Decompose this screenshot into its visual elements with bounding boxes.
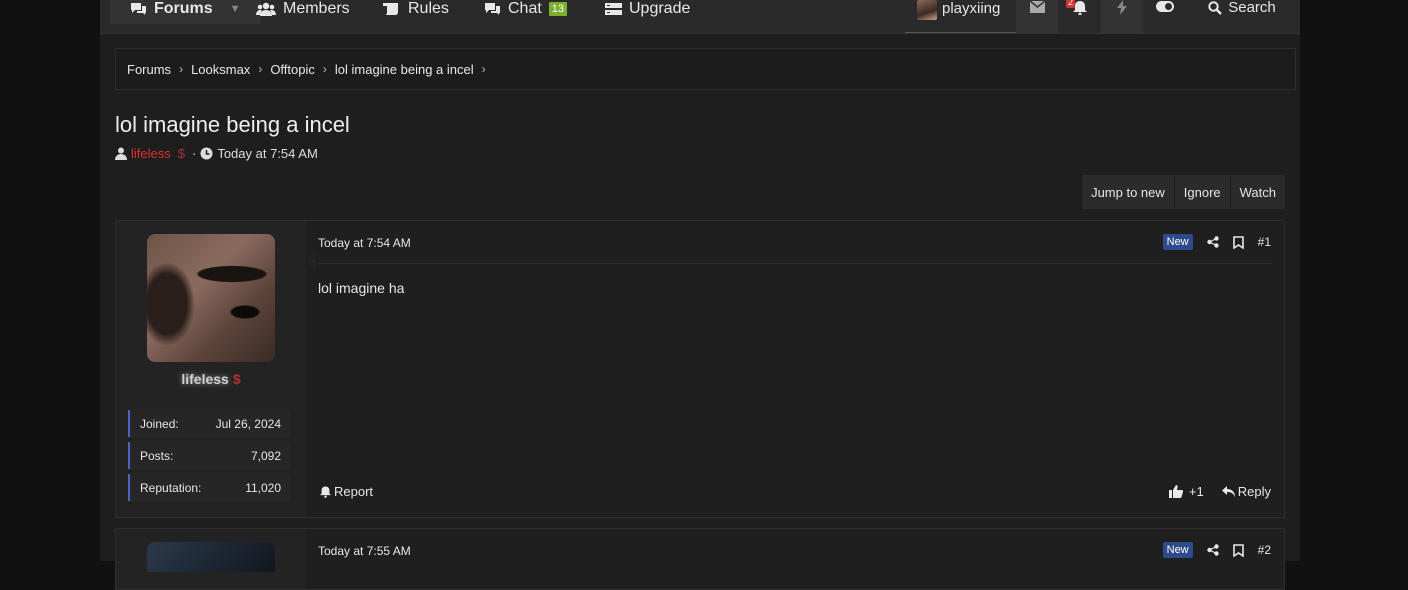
chevron-right-icon: › [258, 62, 263, 76]
thread-meta: lifeless $ · Today at 7:54 AM [115, 146, 318, 161]
author-badge: $ [177, 146, 185, 161]
stat-value: 11,020 [245, 480, 281, 495]
breadcrumb-looksmax[interactable]: Looksmax [191, 62, 250, 77]
whats-new-button[interactable] [1101, 0, 1143, 33]
nav-upgrade-label: Upgrade [629, 0, 691, 17]
bolt-icon [1117, 0, 1127, 15]
avatar[interactable] [147, 234, 275, 362]
nav-upgrade[interactable]: Upgrade [605, 0, 690, 24]
account-button[interactable]: playxiing [905, 0, 1016, 33]
post-number[interactable]: #2 [1258, 543, 1271, 557]
avatar[interactable] [147, 542, 275, 572]
new-badge: New [1162, 542, 1193, 558]
alerts-button[interactable]: 2 [1058, 0, 1101, 33]
post-2: Today at 7:55 AM New #2 [115, 528, 1285, 590]
reply-button[interactable]: Reply [1221, 484, 1271, 499]
watch-button[interactable]: Watch [1229, 175, 1285, 209]
page-title: lol imagine being a incel [115, 112, 350, 137]
post-user-panel [116, 529, 306, 589]
nav-members-label: Members [283, 0, 350, 17]
report-button[interactable]: Report [320, 484, 373, 499]
share-icon[interactable] [1206, 544, 1219, 556]
jump-to-new-button[interactable]: Jump to new [1081, 175, 1174, 209]
user-panel-arrow [306, 251, 316, 271]
post-user-panel: lifeless $ Joined: Jul 26, 2024 Posts: 7,… [116, 221, 306, 517]
search-button[interactable]: Search [1187, 0, 1297, 33]
top-nav: Forums ▼ Members Rules Chat 13 Upgrade p… [100, 0, 1300, 34]
stat-joined: Joined: Jul 26, 2024 [128, 410, 291, 437]
post-body: lol imagine ha [318, 280, 405, 296]
reply-icon [1221, 486, 1235, 497]
chat-icon [484, 2, 501, 16]
thread-time[interactable]: Today at 7:54 AM [217, 146, 317, 161]
post-username[interactable]: lifeless $ [116, 371, 306, 387]
server-icon [605, 2, 622, 16]
breadcrumb-offtopic[interactable]: Offtopic [270, 62, 315, 77]
nav-rules-label: Rules [408, 0, 449, 17]
post-time[interactable]: Today at 7:55 AM [318, 544, 411, 558]
chevron-right-icon: › [481, 62, 486, 76]
nav-forums[interactable]: Forums ▼ [110, 0, 261, 24]
post-tools: New #2 [1162, 542, 1271, 558]
stat-value: Jul 26, 2024 [215, 416, 281, 431]
page-container: Forums ▼ Members Rules Chat 13 Upgrade p… [100, 0, 1300, 590]
inbox-button[interactable] [1016, 0, 1058, 33]
scroll-icon [383, 2, 401, 16]
nav-chat[interactable]: Chat 13 [484, 0, 568, 24]
style-toggle[interactable] [1143, 0, 1187, 33]
post-number[interactable]: #1 [1258, 235, 1271, 249]
post-message: Today at 7:55 AM New #2 [318, 529, 1284, 589]
nav-members[interactable]: Members [256, 0, 350, 24]
avatar [917, 0, 937, 20]
nav-user-area: playxiing 2 Search [905, 0, 1297, 33]
chevron-right-icon: › [179, 62, 184, 76]
stat-reputation: Reputation: 11,020 [128, 474, 291, 501]
stat-label: Joined: [140, 416, 179, 431]
bookmark-icon[interactable] [1232, 235, 1244, 249]
stat-posts: Posts: 7,092 [128, 442, 291, 469]
nav-forums-label: Forums [154, 0, 213, 17]
bookmark-icon[interactable] [1232, 543, 1244, 557]
chat-count-badge: 13 [548, 2, 568, 16]
breadcrumb: Forums › Looksmax › Offtopic › lol imagi… [115, 48, 1296, 90]
report-label: Report [334, 484, 374, 499]
clock-icon [200, 147, 213, 160]
chevron-down-icon[interactable]: ▼ [230, 3, 241, 15]
reply-label: Reply [1237, 484, 1271, 499]
divider [318, 263, 1272, 264]
post-message: Today at 7:54 AM New #1 lol imagine ha R… [318, 221, 1284, 517]
post-footer: Report +1 Reply [320, 484, 1271, 499]
breadcrumb-thread[interactable]: lol imagine being a incel [335, 62, 474, 77]
thread-actions: Jump to new Ignore Watch [1081, 175, 1285, 209]
account-username: playxiing [942, 0, 1001, 17]
search-icon [1208, 1, 1223, 15]
ignore-button[interactable]: Ignore [1173, 175, 1230, 209]
post-tools: New #1 [1162, 234, 1271, 250]
nav-rules[interactable]: Rules [383, 0, 449, 24]
reaction-count: +1 [1188, 484, 1204, 499]
envelope-icon [1029, 1, 1045, 13]
like-button[interactable]: +1 [1168, 484, 1204, 499]
breadcrumb-forums[interactable]: Forums [127, 62, 171, 77]
thread-author[interactable]: lifeless [131, 146, 171, 161]
toggle-icon [1156, 1, 1174, 12]
stat-label: Posts: [140, 448, 174, 463]
comments-icon [130, 2, 147, 16]
post-1: lifeless $ Joined: Jul 26, 2024 Posts: 7,… [115, 220, 1285, 518]
post-time[interactable]: Today at 7:54 AM [318, 236, 411, 250]
bell-icon [320, 486, 331, 498]
user-icon [115, 147, 127, 160]
alert-count-badge: 2 [1066, 0, 1076, 8]
nav-chat-label: Chat [508, 0, 542, 17]
new-badge: New [1162, 234, 1193, 250]
stat-value: 7,092 [250, 448, 281, 463]
chevron-right-icon: › [322, 62, 327, 76]
users-icon [256, 2, 276, 16]
stat-label: Reputation: [140, 480, 202, 495]
search-label: Search [1228, 0, 1276, 16]
post-username-text: lifeless [181, 371, 229, 387]
user-badge: $ [232, 371, 241, 387]
thumbs-up-icon [1168, 485, 1183, 498]
share-icon[interactable] [1206, 236, 1219, 248]
